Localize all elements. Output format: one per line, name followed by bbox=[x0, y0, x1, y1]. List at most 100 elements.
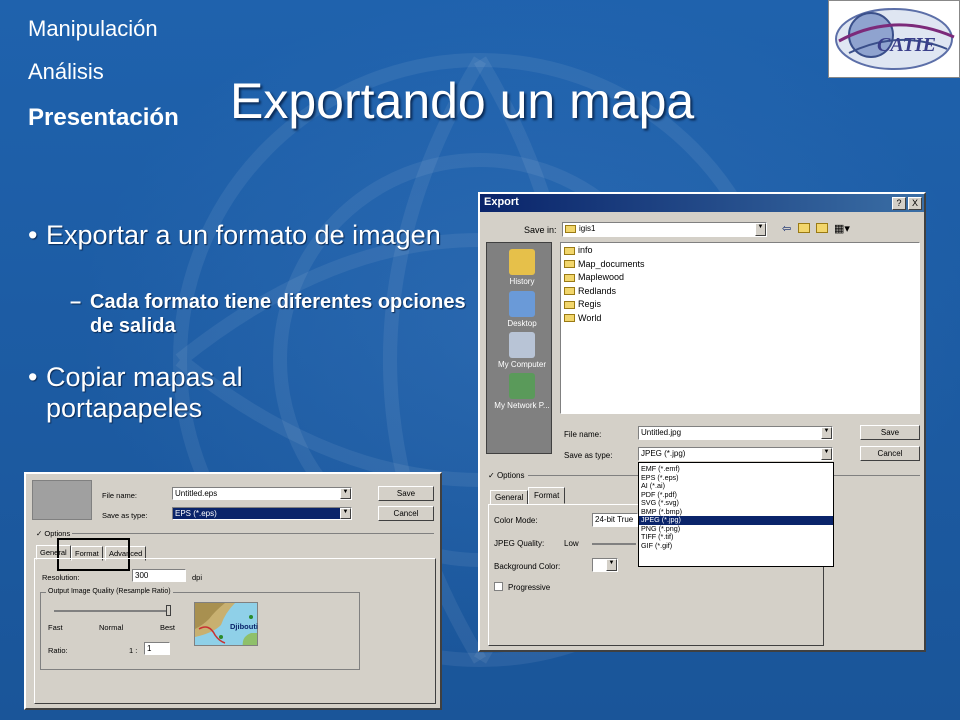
place-my-computer[interactable]: My Computer bbox=[491, 332, 553, 369]
chevron-down-icon[interactable]: ▼ bbox=[606, 559, 617, 571]
map-label-djibouti: Djibouti bbox=[230, 622, 258, 631]
type-option[interactable]: GIF (*.gif) bbox=[639, 541, 833, 551]
folder-icon bbox=[565, 224, 576, 233]
cancel-button[interactable]: Cancel bbox=[378, 506, 434, 521]
slider-thumb[interactable] bbox=[166, 605, 171, 616]
options-divider bbox=[72, 533, 434, 534]
ratio-input[interactable]: 1 bbox=[144, 642, 170, 655]
options-label: Options bbox=[496, 471, 525, 480]
place-label: My Network P... bbox=[494, 401, 550, 410]
place-label: Desktop bbox=[507, 319, 537, 328]
view-menu-icon[interactable]: ▦▾ bbox=[834, 222, 850, 235]
save-in-label: Save in: bbox=[524, 225, 557, 235]
help-button[interactable]: ? bbox=[892, 197, 906, 210]
subbullet-formats: – Cada formato tiene diferentes opciones … bbox=[70, 290, 480, 338]
tab-format[interactable]: Format bbox=[528, 487, 566, 504]
save-in-select[interactable]: igis1 ▼ bbox=[562, 222, 767, 237]
export-title: Export bbox=[484, 196, 519, 208]
save-type-value: JPEG (*.jpg) bbox=[641, 449, 686, 458]
eps-export-dialog: File name: Untitled.eps ▼ Save as type: E… bbox=[24, 472, 442, 710]
place-network[interactable]: My Network P... bbox=[491, 373, 553, 410]
resolution-value: 300 bbox=[135, 571, 149, 580]
color-mode-value: 24-bit True bbox=[595, 515, 634, 524]
list-item[interactable]: Map_documents bbox=[564, 259, 916, 273]
ratio-prefix: 1 : bbox=[129, 646, 138, 655]
chevron-down-icon[interactable]: ▼ bbox=[821, 448, 832, 460]
save-button[interactable]: Save bbox=[378, 486, 434, 501]
best-label: Best bbox=[160, 623, 176, 632]
nav-analisis: Análisis bbox=[28, 59, 104, 84]
bullet-text: Exportar a un formato de imagen bbox=[46, 220, 441, 250]
list-item[interactable]: info bbox=[564, 245, 916, 259]
background-color-label: Background Color: bbox=[494, 562, 561, 571]
fast-label: Fast bbox=[48, 623, 63, 632]
jpeg-quality-low: Low bbox=[564, 539, 579, 548]
folder-icon bbox=[564, 314, 575, 323]
folder-name: Map_documents bbox=[578, 258, 645, 269]
place-label: My Computer bbox=[497, 360, 546, 369]
logo: CATIE bbox=[828, 0, 960, 78]
bullet-export-image: • Exportar a un formato de imagen bbox=[28, 220, 466, 251]
bullet-dot: • bbox=[28, 220, 38, 250]
folder-icon bbox=[564, 246, 575, 255]
list-item[interactable]: Maplewood bbox=[564, 272, 916, 286]
folder-icon bbox=[564, 287, 575, 296]
quality-group-label: Output Image Quality (Resample Ratio) bbox=[46, 588, 173, 595]
nav-manipulacion: Manipulación bbox=[28, 16, 158, 41]
options-toggle[interactable]: ✓ Options bbox=[36, 529, 70, 538]
save-type-value: EPS (*.eps) bbox=[175, 509, 217, 518]
bullet-dash: – bbox=[70, 291, 82, 313]
new-folder-icon[interactable] bbox=[816, 223, 828, 233]
place-desktop[interactable]: Desktop bbox=[491, 291, 553, 328]
cancel-button[interactable]: Cancel bbox=[860, 446, 920, 461]
chevron-down-icon[interactable]: ▼ bbox=[821, 427, 832, 439]
quality-slider[interactable] bbox=[54, 610, 170, 612]
progressive-label: Progressive bbox=[508, 583, 551, 592]
type-option[interactable]: EPS (*.eps) bbox=[639, 473, 833, 483]
options-toggle[interactable]: ✓ Options bbox=[488, 471, 525, 480]
chevron-down-icon[interactable]: ▼ bbox=[340, 488, 351, 499]
tab-general[interactable]: General bbox=[490, 490, 529, 505]
folder-name: Regis bbox=[578, 299, 602, 309]
file-list: info Map_documents Maplewood Redlands Re… bbox=[560, 242, 920, 414]
file-name-input[interactable]: Untitled.eps ▼ bbox=[172, 487, 352, 500]
place-label: History bbox=[509, 277, 535, 286]
background-color-picker[interactable]: ▼ bbox=[592, 558, 618, 572]
save-button[interactable]: Save bbox=[860, 425, 920, 440]
bullet-text: Copiar mapas al portapapeles bbox=[46, 362, 243, 423]
subbullet-text: Cada formato tiene diferentes opciones d… bbox=[90, 291, 466, 337]
dpi-label: dpi bbox=[192, 573, 203, 582]
file-name-input[interactable]: Untitled.jpg ▼ bbox=[638, 426, 833, 440]
save-in-value: igis1 bbox=[579, 224, 596, 233]
resolution-input[interactable]: 300 bbox=[132, 569, 186, 582]
back-icon[interactable]: ⇦ bbox=[782, 222, 791, 235]
preview-box bbox=[32, 480, 92, 520]
chevron-down-icon[interactable]: ▼ bbox=[755, 223, 766, 236]
svg-text:CATIE: CATIE bbox=[877, 34, 936, 56]
folder-icon bbox=[564, 260, 575, 269]
history-icon bbox=[509, 249, 535, 275]
file-name-label: File name: bbox=[564, 430, 602, 439]
save-type-dropdown: EMF (*.emf) EPS (*.eps) AI (*.ai) PDF (*… bbox=[638, 462, 834, 567]
save-type-select[interactable]: EPS (*.eps) ▼ bbox=[172, 507, 352, 520]
jpeg-quality-slider[interactable] bbox=[592, 543, 636, 545]
progressive-checkbox[interactable] bbox=[494, 582, 503, 591]
color-mode-label: Color Mode: bbox=[494, 516, 538, 525]
folder-icon bbox=[564, 300, 575, 309]
save-type-select[interactable]: JPEG (*.jpg) ▼ bbox=[638, 447, 833, 461]
up-folder-icon[interactable] bbox=[798, 223, 810, 233]
file-name-value: Untitled.jpg bbox=[641, 428, 682, 437]
list-item[interactable]: World bbox=[564, 313, 916, 327]
network-icon bbox=[509, 373, 535, 399]
options-label: Options bbox=[44, 529, 71, 538]
color-mode-select[interactable]: 24-bit True bbox=[592, 513, 638, 527]
place-history[interactable]: History bbox=[491, 249, 553, 286]
ratio-value: 1 bbox=[147, 644, 152, 653]
folder-name: World bbox=[578, 312, 602, 323]
resolution-label: Resolution: bbox=[42, 573, 80, 582]
list-item[interactable]: Redlands bbox=[564, 286, 916, 300]
folder-name: Redlands bbox=[578, 285, 617, 296]
chevron-down-icon[interactable]: ▼ bbox=[340, 508, 351, 519]
list-item[interactable]: Regis bbox=[564, 299, 916, 313]
close-button[interactable]: X bbox=[908, 197, 922, 210]
